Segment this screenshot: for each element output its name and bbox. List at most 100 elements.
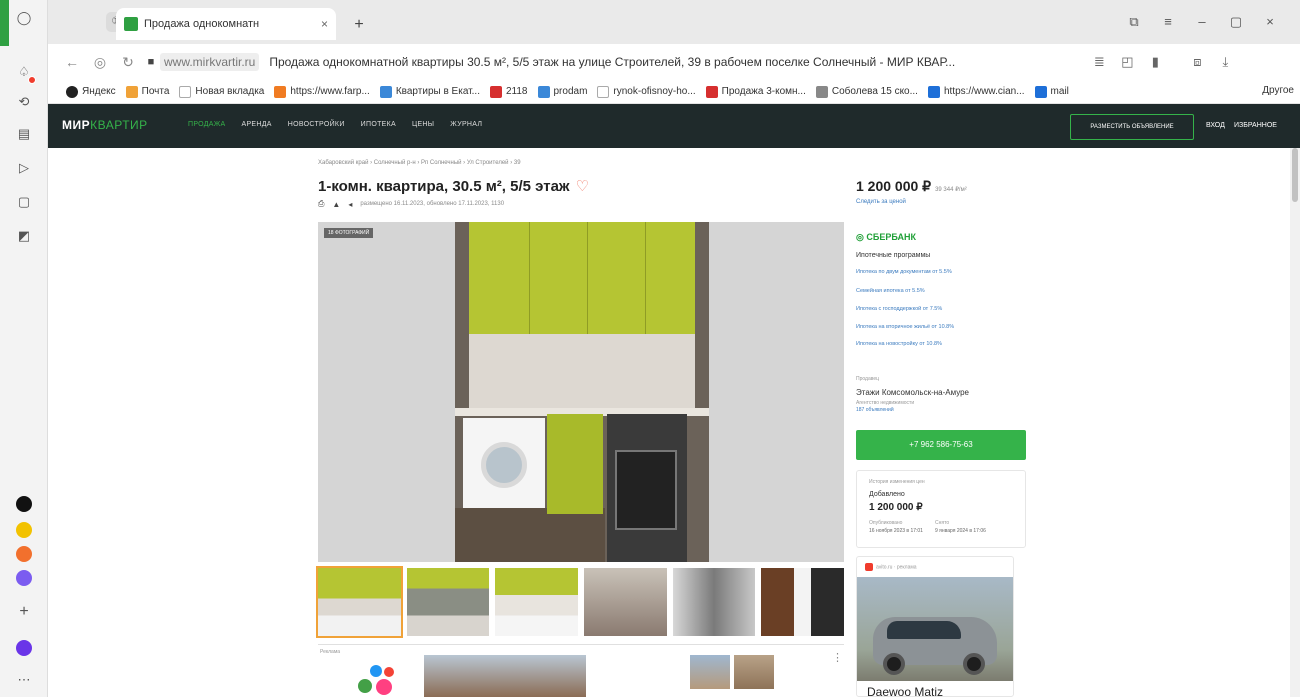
lock-icon[interactable]: ■ xyxy=(142,56,160,68)
mortgage-link[interactable]: Семейная ипотека от 5.5% xyxy=(856,288,925,294)
thumbnail[interactable] xyxy=(406,568,490,636)
add-app-icon[interactable]: + xyxy=(16,604,32,620)
new-tab-icon[interactable]: + xyxy=(348,14,370,36)
menu-item-sale[interactable]: ПРОДАЖА xyxy=(188,121,225,128)
photo-gallery[interactable]: 18 ФОТОГРАФИЙ xyxy=(318,222,844,562)
favorites-link[interactable]: ИЗБРАННОЕ xyxy=(1234,122,1277,129)
alice-icon[interactable]: ◯ xyxy=(16,10,32,26)
side-ad[interactable]: avito.ru · реклама Daewoo Matiz xyxy=(856,556,1014,697)
bookmark-item[interactable]: Почта xyxy=(125,85,170,98)
bookmark-item[interactable]: Соболева 15 ско... xyxy=(815,85,918,98)
history-icon[interactable]: ⟲ xyxy=(16,94,32,110)
bookmark-item[interactable]: 2118 xyxy=(489,85,528,98)
extensions-icon[interactable]: ◰ xyxy=(1113,54,1141,70)
thumbnail[interactable] xyxy=(584,568,667,636)
thumbnail[interactable] xyxy=(761,568,845,636)
warning-icon[interactable]: ▲ xyxy=(332,200,340,209)
page-scrollbar[interactable] xyxy=(1290,148,1300,697)
maximize-icon[interactable]: ▢ xyxy=(1224,10,1248,34)
bookmark-item[interactable]: Новая вкладка xyxy=(179,85,264,98)
sberbank-logo[interactable]: ◎ СБЕРБАНК xyxy=(856,232,916,243)
main-photo[interactable] xyxy=(455,222,709,562)
url-domain[interactable]: www.mirkvartir.ru xyxy=(160,53,260,71)
reader-icon[interactable]: ≣ xyxy=(1085,54,1113,70)
thumbnail[interactable] xyxy=(316,566,403,638)
notes-icon[interactable]: ▢ xyxy=(16,194,32,210)
app-black-icon[interactable] xyxy=(16,496,32,512)
menu-item-new[interactable]: НОВОСТРОЙКИ xyxy=(288,121,345,128)
menu-item-prices[interactable]: ЦЕНЫ xyxy=(412,121,434,128)
reload-icon[interactable]: ↻ xyxy=(114,54,142,71)
bookmark-item[interactable]: https://www.farp... xyxy=(274,85,370,98)
print-icon[interactable]: ⎙ xyxy=(318,199,324,209)
ad-banner[interactable]: Реклама ⋮ xyxy=(318,644,844,697)
protect-icon[interactable]: ◎ xyxy=(86,54,114,71)
notification-badge xyxy=(28,76,36,84)
bookmark-item[interactable]: Яндекс xyxy=(66,85,116,98)
bookmark-item[interactable]: Квартиры в Екат... xyxy=(379,85,480,98)
bookmark-favicon-icon xyxy=(489,85,502,98)
app-heart-icon[interactable] xyxy=(16,546,32,562)
breadcrumb[interactable]: Хабаровский край › Солнечный р-н › Рп Со… xyxy=(318,160,521,166)
bookmark-item[interactable]: https://www.cian... xyxy=(927,85,1025,98)
window-layout-icon[interactable]: ⧉ xyxy=(1122,10,1146,34)
ad-logo-dot xyxy=(370,665,382,677)
bookmark-favicon-icon xyxy=(537,85,550,98)
download-icon[interactable]: ⤓ xyxy=(1211,54,1239,70)
bookmark-label: 2118 xyxy=(505,86,528,97)
site-logo[interactable]: МИРКВАРТИР xyxy=(62,118,148,132)
track-price-link[interactable]: Следить за ценой xyxy=(856,199,906,205)
video-icon[interactable]: ▷ xyxy=(16,160,32,176)
thumbnail[interactable] xyxy=(672,568,756,636)
app-yellow-icon[interactable] xyxy=(16,522,32,538)
bookmark-item[interactable]: Продажа 3-комн... xyxy=(705,85,806,98)
site-menu: ПРОДАЖА АРЕНДА НОВОСТРОЙКИ ИПОТЕКА ЦЕНЫ … xyxy=(188,121,482,128)
history-label: История изменения цен xyxy=(869,479,925,485)
bookmark-label: Почта xyxy=(141,86,170,97)
history-date: 9 января 2024 в 17:06 xyxy=(935,528,986,534)
bookmark-item[interactable]: mail xyxy=(1034,85,1069,98)
login-link[interactable]: ВХОД xyxy=(1206,122,1225,129)
bookmark-favicon-icon xyxy=(66,85,78,98)
photo-washer xyxy=(463,418,545,508)
notifications-icon[interactable]: ♤ xyxy=(16,64,36,84)
tabs-bar: ① ▾ Продажа однокомнатн × + ⧉ ≡ – ▢ × xyxy=(48,0,1300,44)
bookmark-icon[interactable]: ▮ xyxy=(1141,54,1169,70)
agency-name[interactable]: Этажи Комсомольск-на-Амуре xyxy=(856,388,969,397)
share-icon[interactable]: ◂ xyxy=(348,200,352,209)
menu-icon[interactable]: ≡ xyxy=(1156,10,1180,34)
url-page-title[interactable]: Продажа однокомнатной квартиры 30.5 м², … xyxy=(269,55,1059,69)
scrollbar-thumb[interactable] xyxy=(1292,148,1298,202)
menu-item-journal[interactable]: ЖУРНАЛ xyxy=(450,121,482,128)
mortgage-link[interactable]: Ипотека с господдержкой от 7.5% xyxy=(856,306,942,312)
agency-listings-link[interactable]: 187 объявлений xyxy=(856,407,894,413)
messenger-icon[interactable] xyxy=(16,640,32,656)
bookmark-item[interactable]: prodam xyxy=(537,85,587,98)
bookmark-item[interactable]: rynok-ofisnoy-ho... xyxy=(597,85,696,98)
back-icon[interactable]: ← xyxy=(58,54,86,70)
thumbnail[interactable] xyxy=(495,568,579,636)
heart-icon[interactable]: ♡ xyxy=(576,178,589,195)
collections-icon[interactable]: ▤ xyxy=(16,126,32,142)
ad-building-image xyxy=(424,655,586,697)
ad-more-icon[interactable]: ⋮ xyxy=(832,651,843,664)
app-purple-icon[interactable] xyxy=(16,570,32,586)
close-tab-icon[interactable]: × xyxy=(321,17,328,31)
more-icon[interactable]: ⋯ xyxy=(16,672,32,688)
post-ad-button[interactable]: РАЗМЕСТИТЬ ОБЪЯВЛЕНИЕ xyxy=(1070,114,1194,140)
close-window-icon[interactable]: × xyxy=(1258,10,1282,34)
ad-logo-dot xyxy=(384,667,394,677)
show-phone-button[interactable]: +7 962 586-75-63 xyxy=(856,430,1026,460)
menu-item-rent[interactable]: АРЕНДА xyxy=(241,121,271,128)
minimize-icon[interactable]: – xyxy=(1190,10,1214,34)
mortgage-link[interactable]: Ипотека на вторичное жильё от 10.8% xyxy=(856,324,954,330)
screenshot-icon[interactable]: ◩ xyxy=(16,228,32,244)
tab-active[interactable]: Продажа однокомнатн × xyxy=(116,8,336,40)
photo-count-badge: 18 ФОТОГРАФИЙ xyxy=(324,228,374,238)
mortgage-link[interactable]: Ипотека на новостройку от 10.8% xyxy=(856,341,942,347)
other-bookmarks[interactable]: Другое xyxy=(1262,85,1294,96)
mortgage-link[interactable]: Ипотека по двум документам от 5.5% xyxy=(856,269,952,275)
sidebar-toggle-icon[interactable]: ⧈ xyxy=(1183,54,1211,70)
bookmark-favicon-icon xyxy=(125,85,138,98)
menu-item-mortgage[interactable]: ИПОТЕКА xyxy=(361,121,396,128)
